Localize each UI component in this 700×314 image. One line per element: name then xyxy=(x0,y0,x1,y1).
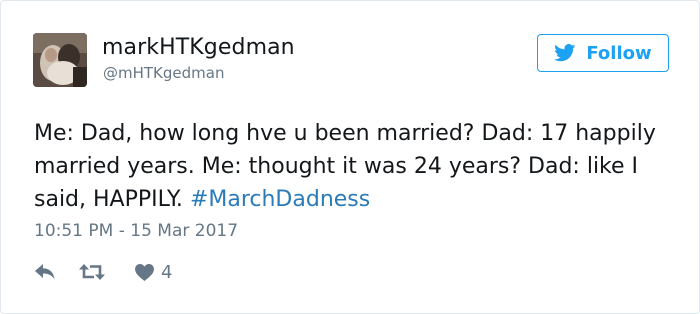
twitter-bird-icon xyxy=(554,44,576,62)
reply-icon xyxy=(35,264,55,279)
retweet-button[interactable] xyxy=(79,263,105,281)
tweet-card: markHTKgedman @mHTKgedman Follow Me: Dad… xyxy=(0,0,700,314)
like-button[interactable]: 4 xyxy=(135,262,172,283)
tweet-actions: 4 xyxy=(35,260,172,284)
tweet-text: Me: Dad, how long hve u been married? Da… xyxy=(34,117,674,216)
tweet-timestamp[interactable]: 10:51 PM - 15 Mar 2017 xyxy=(34,221,238,241)
user-handle[interactable]: @mHTKgedman xyxy=(103,64,224,82)
hashtag-link[interactable]: #MarchDadness xyxy=(190,187,370,212)
avatar-photo xyxy=(33,33,87,87)
display-name[interactable]: markHTKgedman xyxy=(102,35,295,60)
avatar[interactable] xyxy=(33,33,87,87)
follow-button-label: Follow xyxy=(586,42,652,64)
follow-button[interactable]: Follow xyxy=(537,34,669,72)
like-count: 4 xyxy=(161,261,173,283)
reply-button[interactable] xyxy=(35,264,55,280)
heart-icon xyxy=(135,263,154,281)
retweet-icon xyxy=(79,264,105,280)
